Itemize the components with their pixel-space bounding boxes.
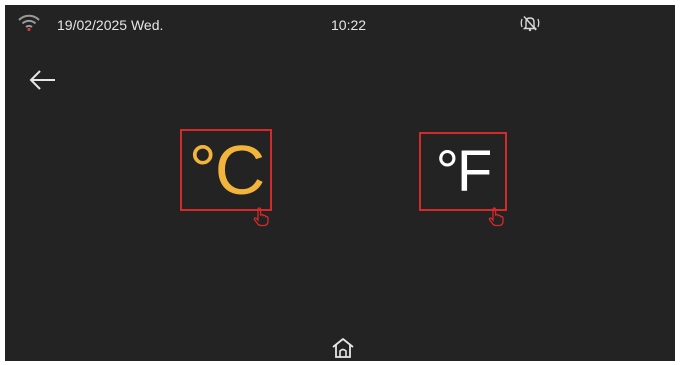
celsius-symbol: °C	[188, 131, 266, 209]
bell-muted-icon	[520, 16, 540, 32]
celsius-button[interactable]: °C	[180, 129, 272, 211]
hand-pointer-icon	[488, 207, 504, 227]
wifi-icon	[18, 14, 40, 31]
fahrenheit-button[interactable]: °F	[419, 132, 507, 211]
fahrenheit-symbol: °F	[435, 138, 493, 204]
home-icon[interactable]	[331, 337, 355, 359]
status-bar: 19/02/2025 Wed. 10:22	[5, 5, 675, 41]
hand-pointer-icon	[253, 207, 269, 227]
back-arrow-icon[interactable]	[28, 69, 58, 91]
status-date: 19/02/2025 Wed.	[57, 17, 164, 33]
screen: 19/02/2025 Wed. 10:22 °C °F	[5, 5, 675, 361]
status-time: 10:22	[331, 17, 367, 33]
